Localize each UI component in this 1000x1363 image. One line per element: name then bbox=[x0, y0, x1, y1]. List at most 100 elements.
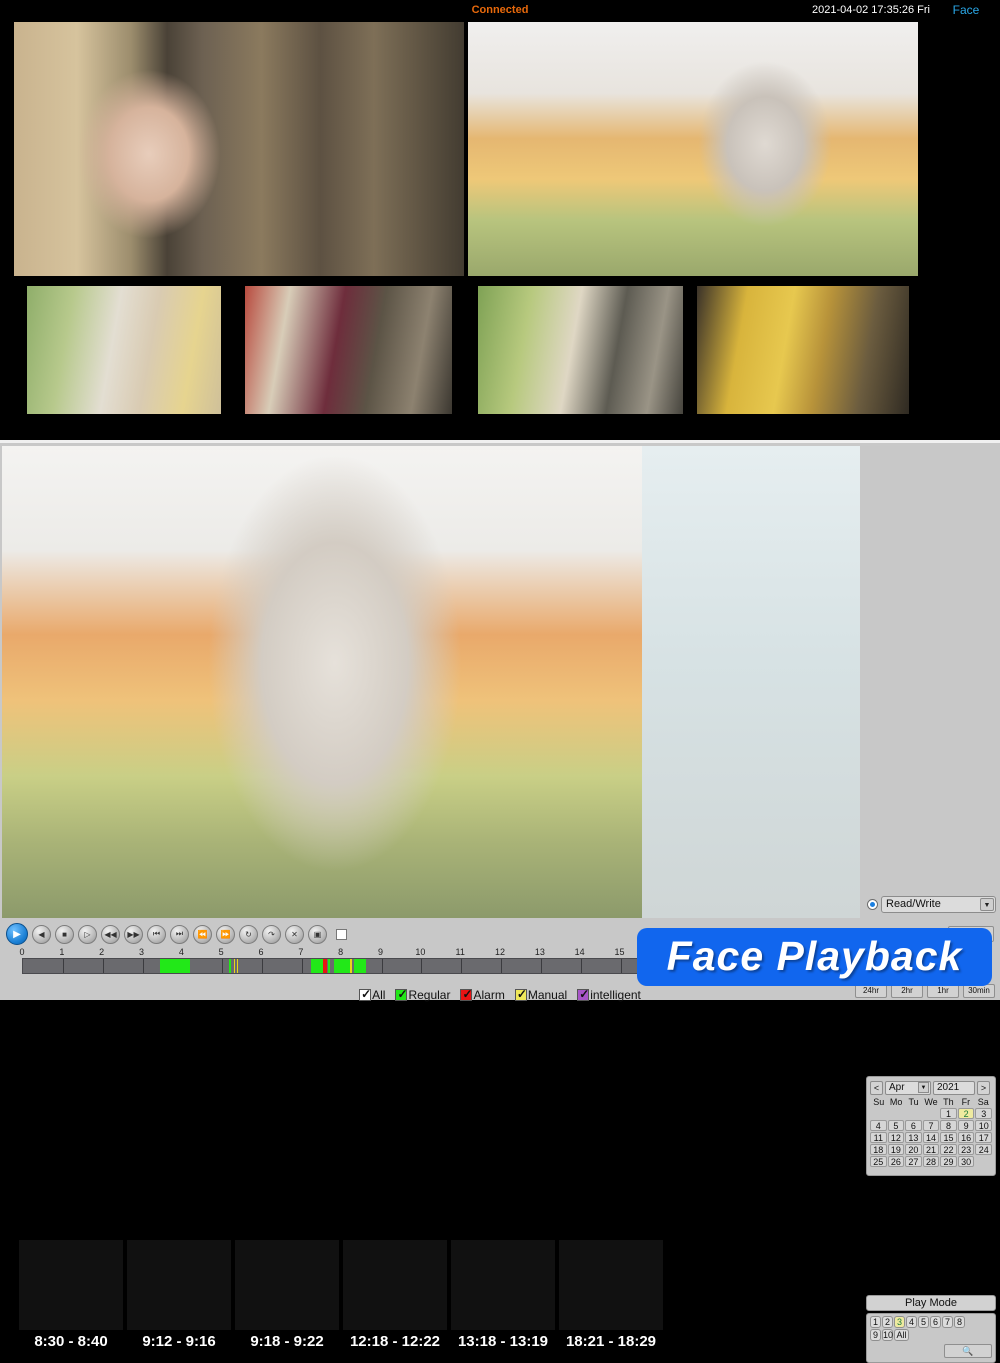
tab-face[interactable]: Face bbox=[932, 0, 1000, 20]
calendar-day[interactable]: 3 bbox=[975, 1108, 992, 1119]
calendar-day[interactable]: 29 bbox=[940, 1156, 957, 1167]
face-snapshot-item[interactable] bbox=[934, 92, 998, 162]
calendar-day[interactable]: 9 bbox=[957, 1120, 975, 1131]
calendar-day[interactable]: 12 bbox=[887, 1132, 905, 1143]
calendar-day[interactable]: 5 bbox=[887, 1120, 905, 1131]
timeline-segment-manual[interactable] bbox=[236, 959, 239, 973]
video-pane-3[interactable] bbox=[27, 286, 221, 414]
channel-button-all[interactable]: All bbox=[894, 1329, 909, 1341]
video-pane-1[interactable] bbox=[14, 22, 464, 276]
face-playback-thumbnail-strip[interactable]: 8:30 - 8:40 9:12 - 9:16 9:18 - 9:22 12:1… bbox=[17, 1238, 665, 1356]
calendar-prev-button[interactable]: < bbox=[870, 1080, 883, 1095]
video-pane-6[interactable] bbox=[697, 286, 909, 414]
calendar-day[interactable]: 7 bbox=[922, 1120, 940, 1131]
legend-checkbox[interactable] bbox=[395, 987, 408, 1001]
timeline-segment-manual[interactable] bbox=[350, 959, 352, 973]
snapshot-button[interactable]: ▣ bbox=[308, 924, 327, 944]
calendar-day[interactable]: 4 bbox=[870, 1120, 887, 1131]
face-playback-thumb[interactable]: 9:12 - 9:16 bbox=[125, 1238, 233, 1356]
calendar-day[interactable]: 16 bbox=[957, 1132, 975, 1143]
timeline-segment-regular[interactable] bbox=[334, 959, 351, 973]
search-button[interactable]: 🔍 bbox=[944, 1344, 992, 1358]
channel-button-6[interactable]: 6 bbox=[930, 1316, 941, 1328]
calendar-day[interactable]: 22 bbox=[940, 1144, 957, 1155]
select-all-checkbox[interactable] bbox=[336, 928, 347, 940]
timeline-segment-regular[interactable] bbox=[328, 959, 331, 973]
chevron-down-icon[interactable]: ▼ bbox=[918, 1081, 929, 1093]
calendar-day-grid[interactable]: 1 2 3 4 5 6 7 8 9 10 11 12 13 14 15 16 17 18 19 20 21 22 23 24 2… bbox=[870, 1108, 992, 1167]
radio-icon[interactable] bbox=[867, 898, 878, 910]
fast-forward-button[interactable]: ▶▶ bbox=[124, 924, 143, 944]
channel-button-7[interactable]: 7 bbox=[942, 1316, 953, 1328]
calendar-day[interactable]: 30 bbox=[957, 1156, 975, 1167]
calendar-day[interactable]: 6 bbox=[905, 1120, 922, 1131]
timeline-segment-regular[interactable] bbox=[228, 959, 231, 973]
face-snapshot-item[interactable] bbox=[934, 20, 998, 90]
sync-button[interactable]: ↷ bbox=[262, 924, 281, 944]
timeline-zoom-24hr[interactable]: 24hr bbox=[855, 984, 887, 998]
calendar-day[interactable]: 21 bbox=[922, 1144, 940, 1155]
legend-checkbox[interactable] bbox=[514, 987, 527, 1001]
calendar-day[interactable]: 11 bbox=[870, 1132, 887, 1143]
timeline-zoom-30min[interactable]: 30min bbox=[963, 984, 995, 998]
storage-mode-select[interactable]: Read/Write ▼ bbox=[881, 895, 996, 913]
face-snapshot-item[interactable] bbox=[934, 380, 998, 440]
video-pane-5[interactable] bbox=[478, 286, 683, 414]
calendar-day[interactable]: 24 bbox=[975, 1144, 992, 1155]
channel-button-5[interactable]: 5 bbox=[918, 1316, 929, 1328]
legend-checkbox[interactable] bbox=[359, 987, 371, 1001]
slow-play-button[interactable]: ▷ bbox=[78, 924, 97, 944]
face-playback-thumb[interactable]: 13:18 - 13:19 bbox=[449, 1238, 557, 1356]
calendar-month-select[interactable]: Apr ▼ bbox=[885, 1080, 931, 1095]
previous-frame-button[interactable]: ⏮ bbox=[147, 924, 166, 944]
calendar-day[interactable]: 10 bbox=[975, 1120, 992, 1131]
play-button[interactable]: ▶ bbox=[6, 923, 28, 945]
timeline-segment-manual[interactable] bbox=[234, 959, 236, 973]
face-snapshot-sidebar[interactable] bbox=[932, 20, 1000, 440]
timeline-segment-regular[interactable] bbox=[353, 959, 367, 973]
next-frame-button[interactable]: ⏭ bbox=[170, 924, 189, 944]
calendar-day[interactable]: 25 bbox=[870, 1156, 887, 1167]
face-playback-thumb[interactable]: 8:30 - 8:40 bbox=[17, 1238, 125, 1356]
next-file-button[interactable]: ⏩ bbox=[216, 924, 235, 944]
calendar-day[interactable]: 23 bbox=[957, 1144, 975, 1155]
face-playback-thumb[interactable]: 9:18 - 9:22 bbox=[233, 1238, 341, 1356]
timeline-zoom-1hr[interactable]: 1hr bbox=[927, 984, 959, 998]
calendar-day[interactable]: 26 bbox=[887, 1156, 905, 1167]
calendar-year-field[interactable]: 2021 bbox=[933, 1080, 975, 1095]
calendar-day[interactable]: 28 bbox=[922, 1156, 940, 1167]
channel-button-8[interactable]: 8 bbox=[954, 1316, 965, 1328]
stop-button[interactable]: ■ bbox=[55, 924, 74, 944]
reverse-play-button[interactable]: ◀ bbox=[32, 924, 51, 944]
calendar-day[interactable]: 14 bbox=[922, 1132, 940, 1143]
channel-button-4[interactable]: 4 bbox=[906, 1316, 917, 1328]
calendar-day[interactable]: 2 bbox=[957, 1108, 975, 1119]
channel-button-3[interactable]: 3 bbox=[894, 1316, 905, 1328]
timeline-zoom-buttons[interactable]: 24hr 2hr 1hr 30min bbox=[855, 984, 995, 998]
channel-button-9[interactable]: 9 bbox=[870, 1329, 881, 1341]
chevron-down-icon[interactable]: ▼ bbox=[980, 897, 994, 911]
storage-mode-row[interactable]: Read/Write ▼ bbox=[866, 895, 996, 913]
face-snapshot-item[interactable] bbox=[934, 164, 998, 234]
playback-video-area[interactable] bbox=[2, 446, 860, 918]
legend-checkbox[interactable] bbox=[577, 987, 589, 1001]
channel-button-1[interactable]: 1 bbox=[870, 1316, 881, 1328]
calendar-widget[interactable]: < Apr ▼ 2021 > Su Mo Tu We Th Fr Sa 1234567891… bbox=[866, 1076, 996, 1176]
calendar-day[interactable]: 8 bbox=[940, 1120, 957, 1131]
face-snapshot-item[interactable] bbox=[934, 236, 998, 306]
timeline-segment-regular[interactable] bbox=[310, 959, 323, 973]
calendar-day[interactable]: 1 bbox=[940, 1108, 957, 1119]
legend-checkbox[interactable] bbox=[460, 987, 473, 1001]
timeline-segment-regular[interactable] bbox=[160, 959, 191, 973]
timeline-segment-alarm[interactable] bbox=[322, 959, 327, 973]
calendar-day[interactable]: 20 bbox=[905, 1144, 922, 1155]
face-snapshot-item[interactable] bbox=[934, 308, 998, 378]
channel-button-10[interactable]: 10 bbox=[882, 1329, 893, 1341]
face-playback-thumb[interactable]: 18:21 - 18:29 bbox=[557, 1238, 665, 1356]
channel-button-2[interactable]: 2 bbox=[882, 1316, 893, 1328]
loop-button[interactable]: ↻ bbox=[239, 924, 258, 944]
video-pane-2[interactable] bbox=[468, 22, 918, 276]
calendar-day[interactable]: 18 bbox=[870, 1144, 887, 1155]
calendar-next-button[interactable]: > bbox=[977, 1080, 990, 1095]
close-button[interactable]: ✕ bbox=[285, 924, 304, 944]
